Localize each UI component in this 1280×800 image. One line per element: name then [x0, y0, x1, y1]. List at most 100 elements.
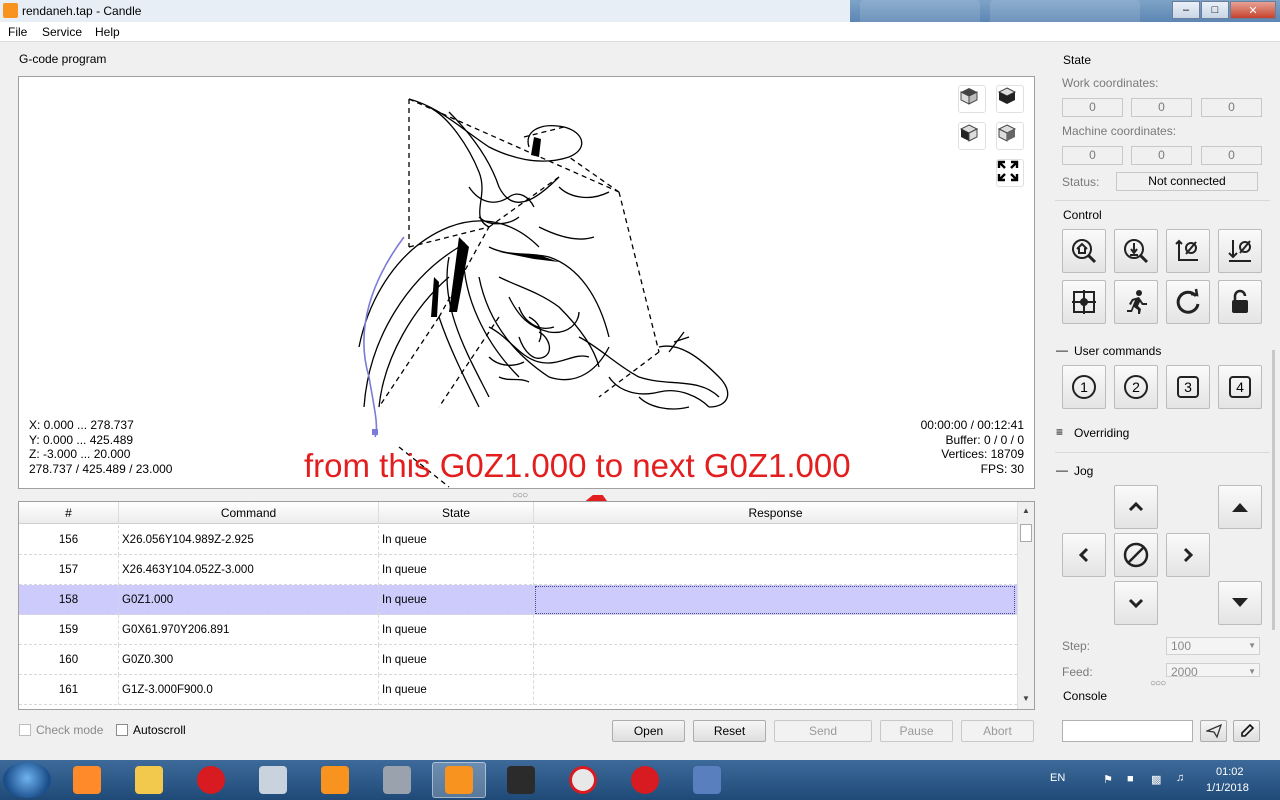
opera-icon: [197, 766, 225, 794]
jog-y-plus-icon[interactable]: [1114, 485, 1158, 529]
user-command-2-button[interactable]: 2: [1114, 365, 1158, 409]
taskbar-candle[interactable]: [308, 762, 362, 798]
row-state: In queue: [379, 525, 534, 555]
volume-icon[interactable]: ♫: [1176, 772, 1184, 784]
gcode-table[interactable]: # Command State Response 156 X26.056Y104…: [18, 501, 1035, 710]
user-command-label: 2: [1132, 379, 1140, 395]
clear-console-icon[interactable]: [1233, 720, 1260, 742]
user-command-1-button[interactable]: 1: [1062, 365, 1106, 409]
restore-origin-icon[interactable]: [1062, 280, 1106, 324]
table-scrollbar[interactable]: ▲ ▼: [1017, 502, 1034, 709]
taskbar-candle-active[interactable]: [432, 762, 486, 798]
menu-file[interactable]: File: [8, 25, 27, 39]
clock-date[interactable]: 1/1/2018: [1206, 782, 1249, 794]
gcode-visualizer[interactable]: X: 0.000 ... 278.737 Y: 0.000 ... 425.48…: [18, 76, 1035, 489]
table-row[interactable]: 157 X26.463Y104.052Z-3.000 In queue: [19, 555, 1017, 585]
cube-iso-icon[interactable]: [996, 122, 1024, 150]
taskbar-app-red[interactable]: [556, 762, 610, 798]
safe-position-icon[interactable]: [1114, 280, 1158, 324]
table-row[interactable]: 156 X26.056Y104.989Z-2.925 In queue: [19, 525, 1017, 555]
menu-service[interactable]: Service: [42, 25, 82, 39]
status-label: Status:: [1062, 175, 1100, 189]
media-player-icon: [73, 766, 101, 794]
user-command-3-button[interactable]: 3: [1166, 365, 1210, 409]
buffer-info: Buffer: 0 / 0 / 0: [945, 432, 1025, 447]
home-icon[interactable]: [1062, 229, 1106, 273]
row-number: 158: [19, 585, 119, 615]
work-coordinates-label: Work coordinates:: [1062, 76, 1159, 90]
taskbar-explorer[interactable]: [122, 762, 176, 798]
clock-time[interactable]: 01:02: [1216, 766, 1244, 778]
scroll-thumb[interactable]: [1020, 524, 1032, 542]
cube-top-icon[interactable]: [958, 85, 986, 113]
scroll-down-icon[interactable]: ▼: [1018, 694, 1034, 708]
check-mode-checkbox[interactable]: Check mode: [19, 723, 103, 737]
panel-scrollbar[interactable]: [1272, 350, 1275, 630]
jog-y-minus-icon[interactable]: [1114, 581, 1158, 625]
divider: [1055, 200, 1270, 201]
maximize-icon[interactable]: □: [1201, 1, 1229, 19]
column-header-state[interactable]: State: [379, 502, 534, 524]
taskbar-joystick[interactable]: [370, 762, 424, 798]
table-row[interactable]: 161 G1Z-3.000F900.0 In queue: [19, 675, 1017, 705]
row-number: 159: [19, 615, 119, 645]
cube-left-icon[interactable]: [958, 122, 986, 150]
console-input[interactable]: [1062, 720, 1193, 742]
column-header-num[interactable]: #: [19, 502, 119, 524]
feed-combo[interactable]: 2000 ▼: [1166, 663, 1260, 677]
autoscroll-checkbox[interactable]: Autoscroll: [116, 723, 186, 737]
pause-button[interactable]: Pause: [880, 720, 953, 742]
probe-icon[interactable]: [1114, 229, 1158, 273]
send-command-icon[interactable]: [1200, 720, 1227, 742]
taskbar-serial[interactable]: [494, 762, 548, 798]
taskbar-calculator[interactable]: [246, 762, 300, 798]
taskbar-opera[interactable]: [184, 762, 238, 798]
unlock-icon[interactable]: [1218, 280, 1262, 324]
cube-front-icon[interactable]: [996, 85, 1024, 113]
reset-icon[interactable]: [1166, 280, 1210, 324]
column-header-response[interactable]: Response: [534, 502, 1017, 524]
table-row[interactable]: 159 G0X61.970Y206.891 In queue: [19, 615, 1017, 645]
zero-xy-icon[interactable]: [1166, 229, 1210, 273]
splitter-handle[interactable]: ○○○: [1150, 678, 1166, 689]
column-header-command[interactable]: Command: [119, 502, 379, 524]
menu-bar: File Service Help: [0, 22, 1280, 42]
taskbar-app-monitor[interactable]: [680, 762, 734, 798]
step-label: Step:: [1062, 639, 1091, 653]
table-row-selected[interactable]: 158 G0Z1.000 In queue: [19, 585, 1017, 615]
work-y-field: 0: [1131, 98, 1192, 117]
annotation-text: from this G0Z1.000 to next G0Z1.000: [304, 447, 851, 484]
zero-z-icon[interactable]: [1218, 229, 1262, 273]
abort-button[interactable]: Abort: [961, 720, 1034, 742]
overriding-expand-icon[interactable]: ≡: [1056, 425, 1063, 439]
taskbar-app-bug[interactable]: [618, 762, 672, 798]
open-button[interactable]: Open: [612, 720, 685, 742]
signal-icon[interactable]: ▩: [1151, 773, 1161, 786]
minimize-icon[interactable]: –: [1172, 1, 1200, 19]
bounds-y: Y: 0.000 ... 425.489: [29, 432, 134, 447]
taskbar-media-player[interactable]: [60, 762, 114, 798]
send-button[interactable]: Send: [774, 720, 872, 742]
language-indicator[interactable]: EN: [1050, 772, 1065, 784]
row-command: G0Z1.000: [119, 585, 379, 615]
table-row[interactable]: 160 G0Z0.300 In queue: [19, 645, 1017, 675]
jog-z-minus-icon[interactable]: [1218, 581, 1262, 625]
step-combo[interactable]: 100 ▼: [1166, 637, 1260, 655]
user-commands-collapse[interactable]: —: [1056, 343, 1068, 357]
network-icon[interactable]: ⚑: [1103, 773, 1113, 786]
jog-stop-icon[interactable]: [1114, 533, 1158, 577]
fit-view-icon[interactable]: [996, 159, 1024, 187]
jog-z-plus-icon[interactable]: [1218, 485, 1262, 529]
reset-button[interactable]: Reset: [693, 720, 766, 742]
jog-collapse[interactable]: —: [1056, 463, 1068, 477]
close-icon[interactable]: ✕: [1230, 1, 1276, 19]
jog-x-plus-icon[interactable]: [1166, 533, 1210, 577]
start-button[interactable]: [3, 762, 51, 798]
jog-x-minus-icon[interactable]: [1062, 533, 1106, 577]
title-bar: rendaneh.tap - Candle – □ ✕: [0, 0, 1280, 22]
row-state: In queue: [379, 675, 534, 705]
menu-help[interactable]: Help: [95, 25, 120, 39]
scroll-up-icon[interactable]: ▲: [1018, 506, 1034, 520]
user-command-4-button[interactable]: 4: [1218, 365, 1262, 409]
usb-icon[interactable]: ■: [1127, 773, 1134, 785]
